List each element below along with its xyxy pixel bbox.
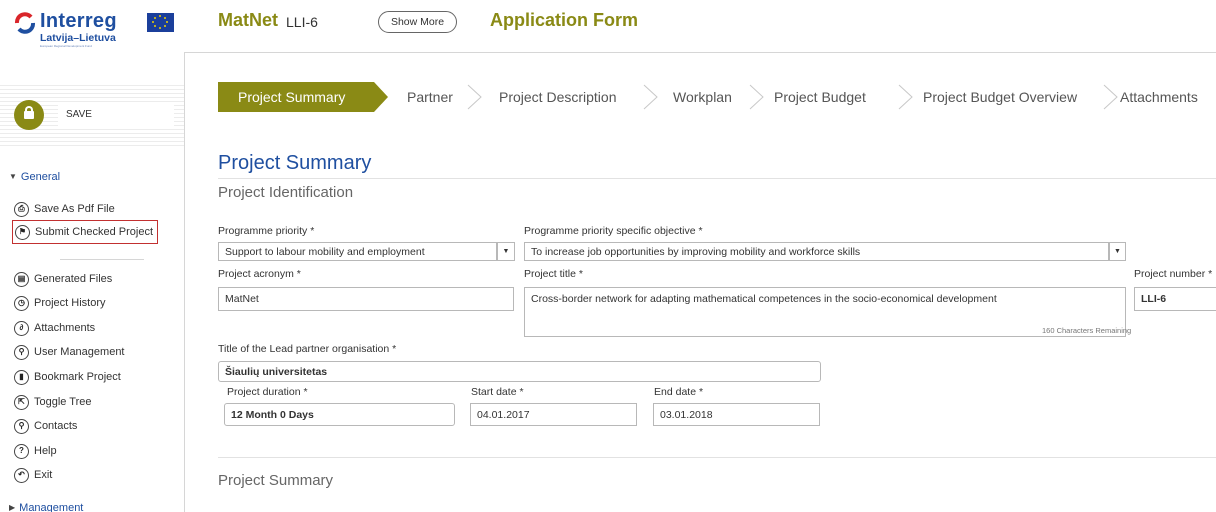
sidebar-item-save-pdf[interactable]: ⎙ Save As Pdf File bbox=[14, 199, 115, 219]
project-title-field[interactable]: Cross-border network for adapting mathem… bbox=[524, 287, 1126, 337]
flag-icon: ⚑ bbox=[15, 224, 30, 240]
history-icon: ◷ bbox=[14, 295, 29, 311]
sidebar-item-label: Exit bbox=[34, 469, 53, 481]
lead-partner-field[interactable]: Šiaulių universitetas bbox=[218, 361, 821, 382]
sidebar-section-general[interactable]: ▼ General bbox=[9, 171, 60, 183]
sidebar-section-label: General bbox=[20, 171, 61, 183]
show-more-button[interactable]: Show More bbox=[378, 11, 457, 33]
save-panel: SAVE bbox=[0, 82, 184, 148]
tab-project-description[interactable]: Project Description bbox=[499, 82, 617, 112]
project-number-label: Project number * bbox=[1134, 268, 1213, 280]
chevron-down-icon[interactable]: ▼ bbox=[1109, 242, 1126, 261]
project-duration-field[interactable]: 12 Month 0 Days bbox=[224, 403, 455, 426]
sidebar-item-toggle-tree[interactable]: ⇱ Toggle Tree bbox=[14, 392, 91, 412]
tab-project-budget[interactable]: Project Budget bbox=[774, 82, 866, 112]
sidebar-separator bbox=[60, 259, 144, 260]
printer-icon: ⎙ bbox=[14, 201, 29, 217]
project-title-label: Project title * bbox=[524, 268, 583, 280]
specific-objective-label: Programme priority specific objective * bbox=[524, 225, 703, 237]
sidebar-item-generated-files[interactable]: ▤ Generated Files bbox=[14, 269, 112, 289]
sidebar-item-label: Bookmark Project bbox=[34, 371, 121, 383]
section-divider bbox=[218, 457, 1216, 458]
tab-project-summary[interactable]: Project Summary bbox=[218, 82, 388, 112]
sidebar-item-bookmark-project[interactable]: ▮ Bookmark Project bbox=[14, 367, 121, 387]
logo-text: Interreg bbox=[40, 10, 117, 32]
project-number-field[interactable]: LLI-6 bbox=[1134, 287, 1216, 311]
chevron-right-icon bbox=[749, 84, 764, 110]
project-acronym-label: Project acronym * bbox=[218, 268, 301, 280]
sidebar-item-label: Contacts bbox=[34, 420, 78, 432]
caret-right-icon: ▶ bbox=[9, 503, 16, 512]
help-icon: ? bbox=[14, 443, 29, 459]
user-icon: ⚲ bbox=[14, 344, 29, 360]
files-icon: ▤ bbox=[14, 271, 29, 287]
save-button[interactable]: SAVE bbox=[58, 102, 174, 127]
title-divider bbox=[218, 178, 1216, 179]
sidebar-item-label: Toggle Tree bbox=[34, 396, 92, 408]
sidebar-item-label: Save As Pdf File bbox=[34, 203, 115, 215]
sidebar-item-label: User Management bbox=[34, 346, 125, 358]
chevron-right-icon bbox=[467, 84, 482, 110]
characters-remaining: 160 Characters Remaining bbox=[1042, 326, 1132, 335]
chevron-right-icon bbox=[643, 84, 658, 110]
interreg-logo[interactable]: Interreg Latvija–Lietuva European Region… bbox=[14, 10, 174, 48]
programme-priority-label: Programme priority * bbox=[218, 225, 315, 237]
app-name: MatNet bbox=[218, 10, 279, 30]
logo-fineprint: European Regional Development Fund bbox=[40, 44, 92, 48]
lock-icon[interactable] bbox=[14, 100, 44, 130]
header-divider bbox=[185, 52, 1216, 53]
end-date-label: End date * bbox=[654, 386, 704, 398]
eu-flag-icon bbox=[147, 13, 174, 32]
sidebar-item-label: Help bbox=[34, 445, 57, 457]
paperclip-icon: ∂ bbox=[14, 320, 29, 336]
sidebar-item-user-management[interactable]: ⚲ User Management bbox=[14, 342, 125, 362]
project-code: LLI-6 bbox=[286, 14, 318, 30]
sidebar-item-help[interactable]: ? Help bbox=[14, 441, 57, 461]
programme-priority-select[interactable]: Support to labour mobility and employmen… bbox=[218, 242, 497, 261]
logo-swirl-icon bbox=[15, 12, 35, 34]
sidebar-item-label: Attachments bbox=[34, 322, 96, 334]
start-date-field[interactable]: 04.01.2017 bbox=[470, 403, 637, 426]
page-title: Project Summary bbox=[218, 152, 372, 174]
form-title: Application Form bbox=[490, 10, 638, 30]
sidebar-item-label: Project History bbox=[34, 297, 106, 309]
sidebar-divider bbox=[184, 52, 185, 512]
tab-workplan[interactable]: Workplan bbox=[673, 82, 732, 112]
sidebar-item-submit-checked-project[interactable]: ⚑ Submit Checked Project bbox=[12, 220, 158, 244]
chevron-right-icon bbox=[898, 84, 913, 110]
sidebar-section-label: Management bbox=[19, 502, 84, 512]
bookmark-icon: ▮ bbox=[14, 369, 29, 385]
sidebar-section-management[interactable]: ▶ Management bbox=[9, 502, 83, 512]
lead-partner-label: Title of the Lead partner organisation * bbox=[218, 343, 397, 355]
section-title-identification: Project Identification bbox=[218, 184, 354, 201]
chevron-right-icon bbox=[1103, 84, 1118, 110]
sidebar-item-label: Submit Checked Project bbox=[35, 226, 153, 238]
sidebar-item-project-history[interactable]: ◷ Project History bbox=[14, 293, 106, 313]
wizard-tabs: Project Summary Partner Project Descript… bbox=[218, 82, 1216, 112]
contacts-icon: ⚲ bbox=[14, 418, 29, 434]
end-date-field[interactable]: 03.01.2018 bbox=[653, 403, 820, 426]
tab-partner[interactable]: Partner bbox=[407, 82, 453, 112]
section-title-summary: Project Summary bbox=[218, 472, 334, 489]
sidebar-item-exit[interactable]: ↶ Exit bbox=[14, 465, 52, 485]
project-acronym-field[interactable]: MatNet bbox=[218, 287, 514, 311]
exit-icon: ↶ bbox=[14, 467, 29, 483]
toggle-tree-icon: ⇱ bbox=[14, 394, 29, 410]
start-date-label: Start date * bbox=[471, 386, 524, 398]
chevron-down-icon[interactable]: ▼ bbox=[497, 242, 515, 261]
sidebar-item-attachments[interactable]: ∂ Attachments bbox=[14, 318, 95, 338]
logo-subtext: Latvija–Lietuva bbox=[40, 32, 116, 44]
sidebar-item-contacts[interactable]: ⚲ Contacts bbox=[14, 416, 77, 436]
project-duration-label: Project duration * bbox=[227, 386, 308, 398]
caret-down-icon: ▼ bbox=[9, 172, 17, 181]
tab-project-budget-overview[interactable]: Project Budget Overview bbox=[923, 82, 1077, 112]
sidebar-item-label: Generated Files bbox=[34, 273, 113, 285]
tab-attachments[interactable]: Attachments bbox=[1120, 82, 1198, 112]
specific-objective-select[interactable]: To increase job opportunities by improvi… bbox=[524, 242, 1109, 261]
